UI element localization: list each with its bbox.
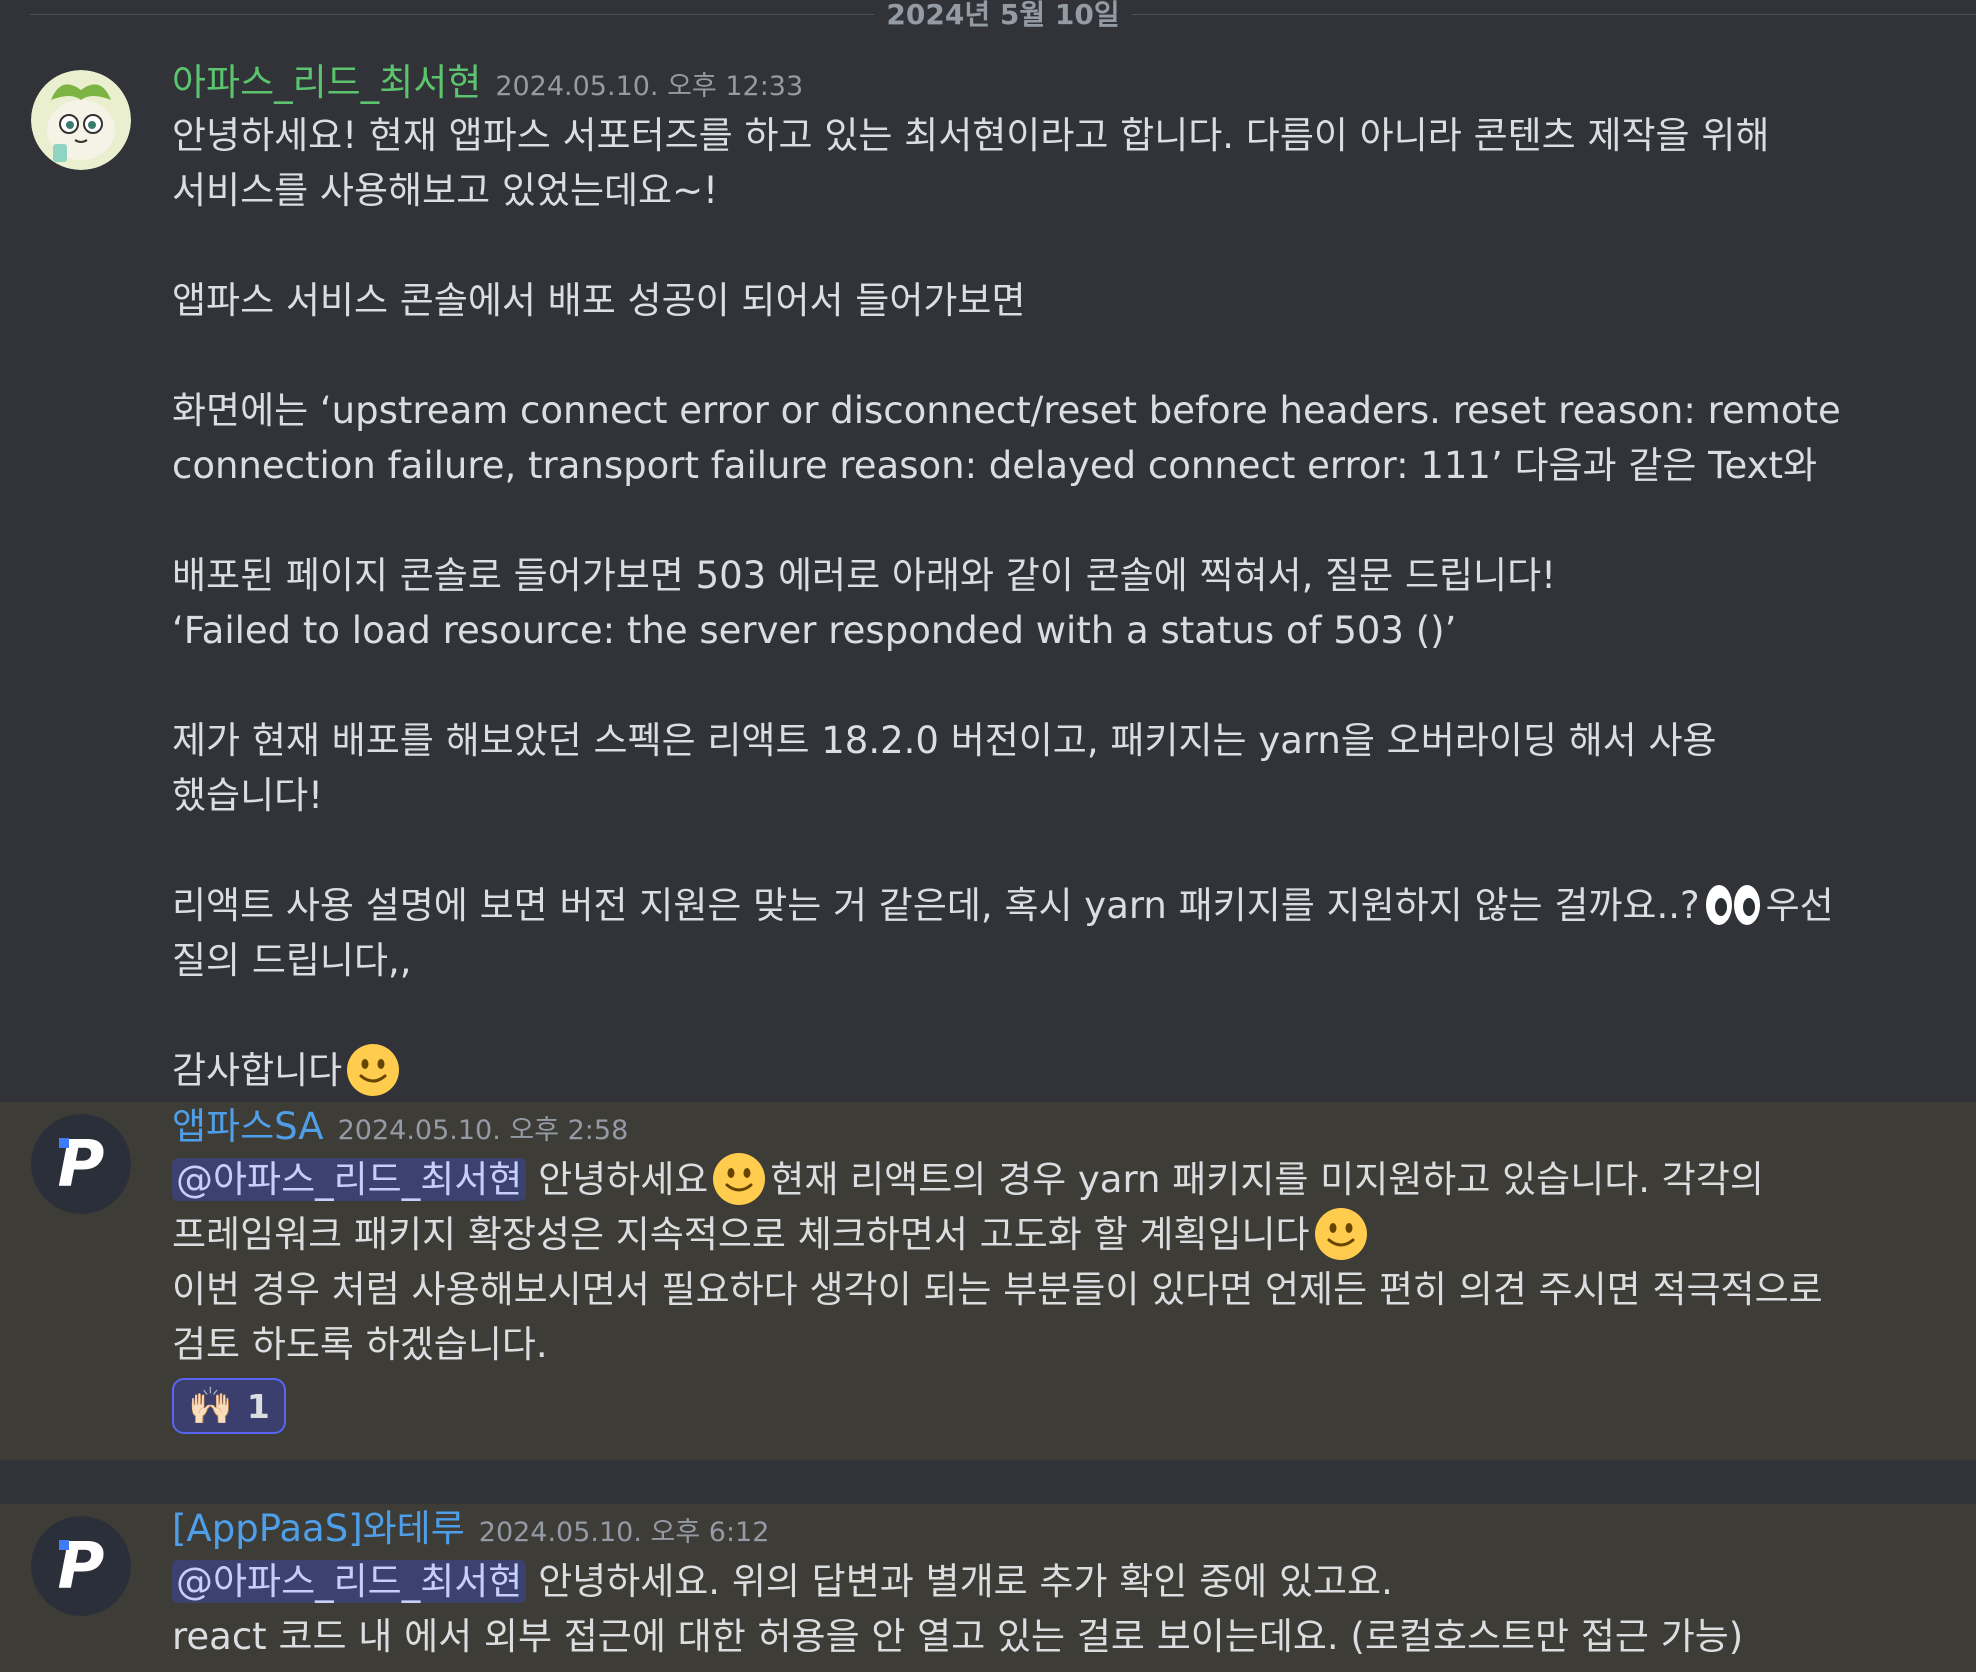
message-text: 앱파스 서비스 콘솔에서 배포 성공이 되어서 들어가보면 <box>172 279 1026 322</box>
message-text: 감사합니다 <box>172 1049 343 1092</box>
avatar-apppaas-icon[interactable]: P <box>31 1516 131 1616</box>
message-text: 이번 경우 처럼 사용해보시면서 필요하다 생각이 되는 부분들이 있다면 언제… <box>172 1268 1835 1366</box>
avatar-apppaas-icon[interactable]: P <box>31 1114 131 1214</box>
eyes-emoji-icon[interactable] <box>1704 883 1762 927</box>
message-text: 안녕하세요 <box>538 1158 709 1201</box>
message-separator <box>0 1460 1976 1504</box>
message-text: 화면에는 ‘upstream connect error or disconne… <box>172 389 1853 487</box>
slightly-smiling-face-icon[interactable] <box>346 1043 400 1097</box>
author-name[interactable]: 아파스_리드_최서현 <box>172 61 481 104</box>
message-body: @아파스_리드_최서현 안녕하세요. 위의 답변과 별개로 추가 확인 중에 있… <box>172 1554 1866 1664</box>
message-timestamp[interactable]: 2024.05.10. 오후 2:58 <box>338 1115 629 1146</box>
chat-message-list[interactable]: 2024년 5월 10일 아파스_리드_최서현 2024.05.10. 오후 12… <box>0 0 1976 1672</box>
date-divider: 2024년 5월 10일 <box>30 0 1976 34</box>
message-text-with-emoji: 감사합니다 <box>172 1043 1866 1098</box>
reaction-raising-hands[interactable]: 🙌🏻 1 <box>172 1378 286 1434</box>
message-text-with-emoji: 리액트 사용 설명에 보면 버전 지원은 맞는 거 같은데, 혹시 yarn 패… <box>172 878 1866 988</box>
message-header: 앱파스SA 2024.05.10. 오후 2:58 <box>172 1102 1866 1152</box>
user-mention[interactable]: @아파스_리드_최서현 <box>172 1158 527 1201</box>
avatar-user-icon[interactable] <box>31 70 131 170</box>
message-body: 안녕하세요! 현재 앱파스 서포터즈를 하고 있는 최서현이라고 합니다. 다름… <box>172 108 1866 1098</box>
message-text: ‘Failed to load resource: the server res… <box>172 609 1457 652</box>
message-content: 아파스_리드_최서현 2024.05.10. 오후 12:33 안녕하세요! 현재… <box>172 58 1866 1098</box>
message-2[interactable]: P 앱파스SA 2024.05.10. 오후 2:58 @아파스_리드_최서현 안… <box>0 1102 1976 1460</box>
message-timestamp[interactable]: 2024.05.10. 오후 6:12 <box>479 1517 770 1548</box>
message-text: 안녕하세요! 현재 앱파스 서포터즈를 하고 있는 최서현이라고 합니다. 다름… <box>172 114 1782 212</box>
message-text-with-mention: @아파스_리드_최서현 안녕하세요 현재 리액트의 경우 yarn 패키지를 미지… <box>172 1152 1866 1262</box>
message-1[interactable]: 아파스_리드_최서현 2024.05.10. 오후 12:33 안녕하세요! 현재… <box>0 58 1976 1098</box>
author-name[interactable]: [AppPaaS]와테루 <box>172 1507 465 1550</box>
message-3[interactable]: P [AppPaaS]와테루 2024.05.10. 오후 6:12 @아파스_리… <box>0 1504 1976 1672</box>
slightly-smiling-face-icon[interactable] <box>1314 1207 1368 1261</box>
message-header: [AppPaaS]와테루 2024.05.10. 오후 6:12 <box>172 1504 1866 1554</box>
author-name[interactable]: 앱파스SA <box>172 1105 324 1148</box>
user-mention[interactable]: @아파스_리드_최서현 <box>172 1560 527 1603</box>
message-timestamp[interactable]: 2024.05.10. 오후 12:33 <box>495 71 803 102</box>
message-text: 배포된 페이지 콘솔로 들어가보면 503 에러로 아래와 같이 콘솔에 찍혀서… <box>172 554 1556 597</box>
message-text: 리액트 사용 설명에 보면 버전 지원은 맞는 거 같은데, 혹시 yarn 패… <box>172 884 1700 927</box>
message-content: 앱파스SA 2024.05.10. 오후 2:58 @아파스_리드_최서현 안녕하… <box>172 1102 1866 1434</box>
slightly-smiling-face-icon[interactable] <box>712 1152 766 1206</box>
date-divider-label: 2024년 5월 10일 <box>874 0 1132 30</box>
message-text-with-mention: @아파스_리드_최서현 안녕하세요. 위의 답변과 별개로 추가 확인 중에 있… <box>172 1554 1866 1609</box>
message-body: @아파스_리드_최서현 안녕하세요 현재 리액트의 경우 yarn 패키지를 미지… <box>172 1152 1866 1434</box>
message-content: [AppPaaS]와테루 2024.05.10. 오후 6:12 @아파스_리드_… <box>172 1504 1866 1664</box>
reaction-count: 1 <box>246 1386 270 1426</box>
raising-hands-icon: 🙌🏻 <box>188 1386 233 1427</box>
message-header: 아파스_리드_최서현 2024.05.10. 오후 12:33 <box>172 58 1866 108</box>
message-text: 안녕하세요. 위의 답변과 별개로 추가 확인 중에 있고요. <box>538 1560 1393 1603</box>
message-text: 제가 현재 배포를 해보았던 스펙은 리액트 18.2.0 버전이고, 패키지는… <box>172 719 1729 817</box>
message-text: react 코드 내 에서 외부 접근에 대한 허용을 안 열고 있는 걸로 보… <box>172 1615 1744 1658</box>
